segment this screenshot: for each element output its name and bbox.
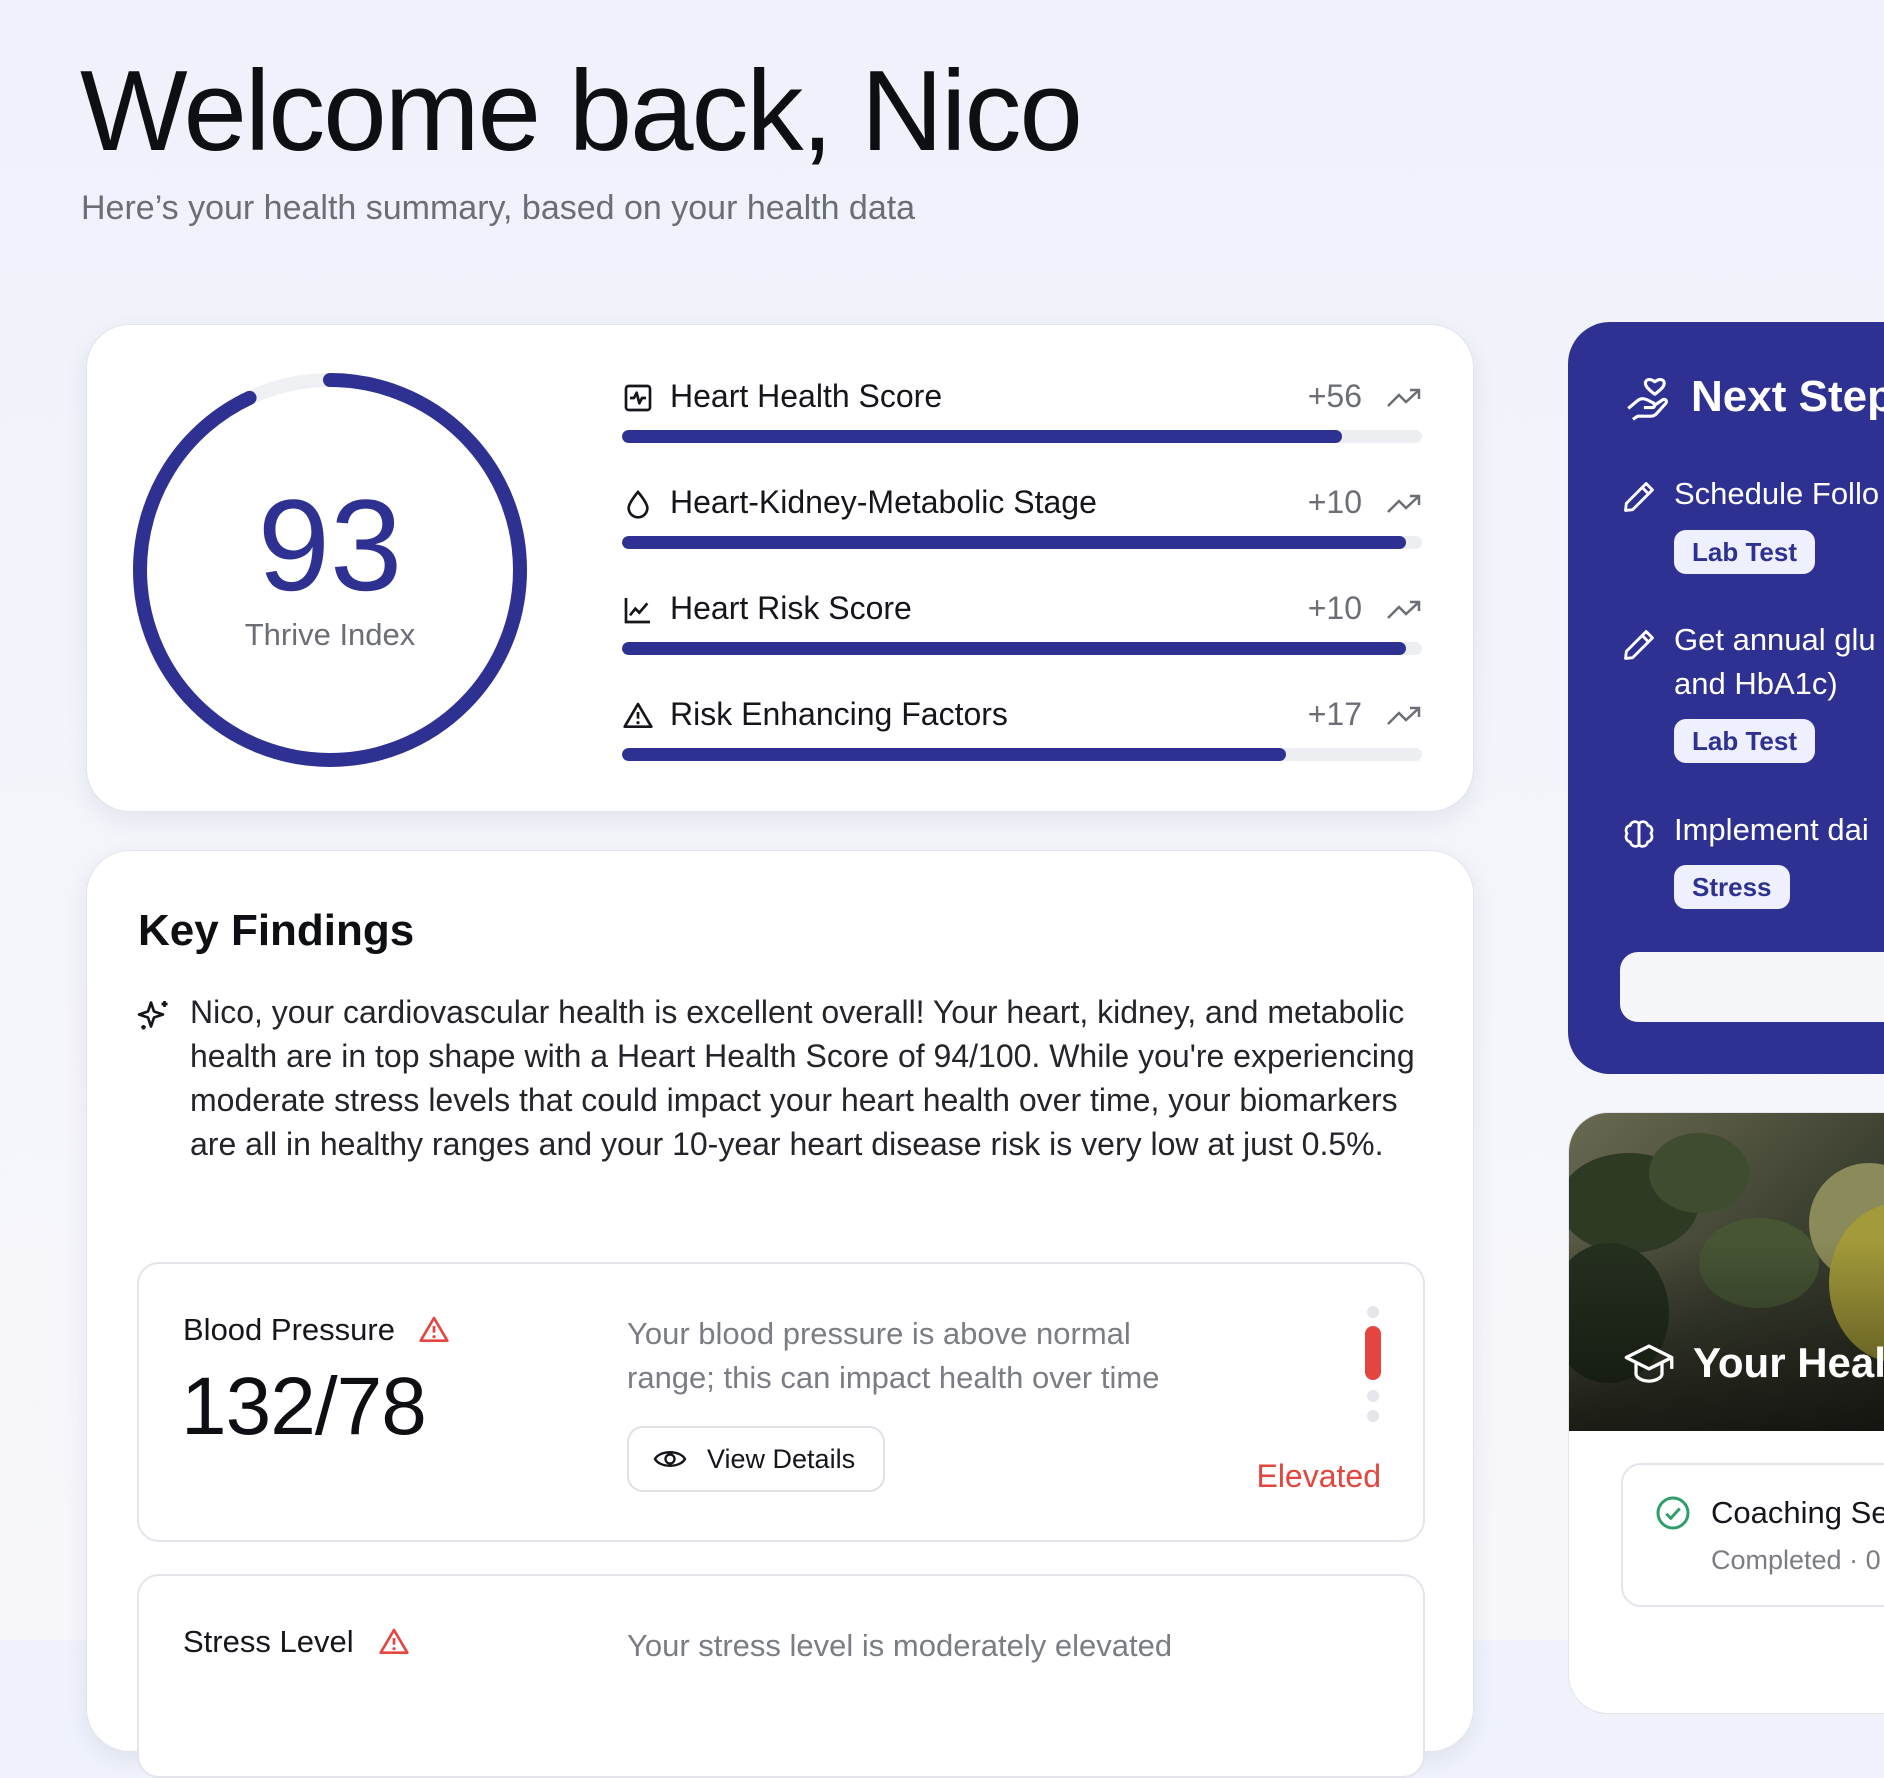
- next-steps-action-button[interactable]: [1620, 952, 1884, 1022]
- metric-name: Heart Health Score: [670, 378, 943, 414]
- metric-delta: +10: [1307, 484, 1362, 520]
- course-title: Your Healt: [1693, 1339, 1884, 1386]
- next-step-tag: Stress: [1674, 865, 1790, 909]
- activity-square-icon: [624, 384, 652, 412]
- metric-progress-fill: [622, 748, 1286, 761]
- next-step-text[interactable]: and HbA1c): [1674, 662, 1838, 706]
- metric-heart-health-score[interactable]: Heart Health Score +56: [622, 378, 1422, 448]
- severity-dot-active: [1365, 1326, 1381, 1380]
- metric-progress-track: [622, 642, 1422, 655]
- health-course-card[interactable]: Your Healt Coaching Se Completed · 0: [1568, 1112, 1884, 1714]
- course-item[interactable]: Coaching Se Completed · 0: [1621, 1463, 1884, 1607]
- metric-progress-fill: [622, 642, 1406, 655]
- severity-dot: [1367, 1306, 1379, 1318]
- finding-status: Elevated: [1256, 1458, 1381, 1494]
- metric-progress-track: [622, 536, 1422, 549]
- pencil-icon: [1624, 630, 1654, 660]
- next-steps-title: Next Step: [1691, 372, 1884, 421]
- metric-name: Risk Enhancing Factors: [670, 696, 1008, 732]
- next-step-text[interactable]: Get annual glu: [1674, 618, 1876, 662]
- finding-description: Your blood pressure is above normal rang…: [627, 1316, 1160, 1395]
- metric-heart-risk-score[interactable]: Heart Risk Score +10: [622, 590, 1422, 660]
- eye-icon: [653, 1451, 687, 1467]
- finding-blood-pressure: Blood Pressure 132/78 Your blood pressur…: [137, 1262, 1425, 1542]
- severity-dot: [1367, 1390, 1379, 1402]
- metric-delta: +10: [1307, 590, 1362, 626]
- warning-triangle-icon: [379, 1628, 409, 1654]
- brain-icon: [1624, 820, 1654, 848]
- line-chart-icon: [624, 598, 650, 624]
- droplet-icon: [627, 489, 649, 519]
- course-item-title: Coaching Se: [1711, 1495, 1884, 1530]
- key-findings-summary: Nico, your cardiovascular health is exce…: [190, 994, 1415, 1162]
- thrive-index-label: Thrive Index: [244, 617, 416, 652]
- finding-title: Stress Level: [183, 1624, 354, 1659]
- metric-name: Heart-Kidney-Metabolic Stage: [670, 484, 1097, 520]
- page-title: Welcome back, Nico: [80, 48, 1083, 175]
- page-subtitle: Here’s your health summary, based on you…: [81, 189, 916, 227]
- finding-title: Blood Pressure: [183, 1312, 395, 1347]
- severity-indicator: [1365, 1306, 1381, 1426]
- check-circle-icon: [1656, 1496, 1690, 1530]
- course-item-status: Completed · 0: [1711, 1545, 1881, 1575]
- metric-name: Heart Risk Score: [670, 590, 912, 626]
- key-findings-title: Key Findings: [138, 906, 415, 955]
- finding-description: Your stress level is moderately elevated: [627, 1628, 1173, 1663]
- trending-up-icon: [1387, 388, 1421, 407]
- thrive-index-score: 93: [257, 472, 403, 618]
- trending-up-icon: [1387, 600, 1421, 619]
- metric-progress-track: [622, 430, 1422, 443]
- severity-dot: [1367, 1410, 1379, 1422]
- hand-heart-icon: [1627, 377, 1668, 421]
- metric-risk-enhancing-factors[interactable]: Risk Enhancing Factors +17: [622, 696, 1422, 766]
- trending-up-icon: [1387, 494, 1421, 513]
- metric-progress-fill: [622, 536, 1406, 549]
- next-step-text[interactable]: Implement dai: [1674, 808, 1869, 852]
- pencil-icon: [1624, 482, 1654, 512]
- metric-delta: +56: [1307, 378, 1362, 414]
- sparkles-icon: [137, 1001, 168, 1030]
- next-step-text[interactable]: Schedule Follo: [1674, 472, 1879, 516]
- finding-value: 132/78: [181, 1361, 427, 1452]
- view-details-button[interactable]: View Details: [627, 1426, 885, 1492]
- view-details-label: View Details: [707, 1444, 856, 1474]
- warning-triangle-icon: [419, 1316, 449, 1342]
- graduation-cap-icon: [1624, 1344, 1674, 1383]
- finding-stress-level: Stress Level Your stress level is modera…: [137, 1574, 1425, 1778]
- trending-up-icon: [1387, 706, 1421, 725]
- metric-progress-fill: [622, 430, 1342, 443]
- next-step-tag: Lab Test: [1674, 719, 1815, 763]
- next-step-tag: Lab Test: [1674, 530, 1815, 574]
- warning-triangle-icon: [623, 702, 653, 728]
- metric-delta: +17: [1307, 696, 1362, 732]
- metric-progress-track: [622, 748, 1422, 761]
- metric-heart-kidney-metabolic-stage[interactable]: Heart-Kidney-Metabolic Stage +10: [622, 484, 1422, 554]
